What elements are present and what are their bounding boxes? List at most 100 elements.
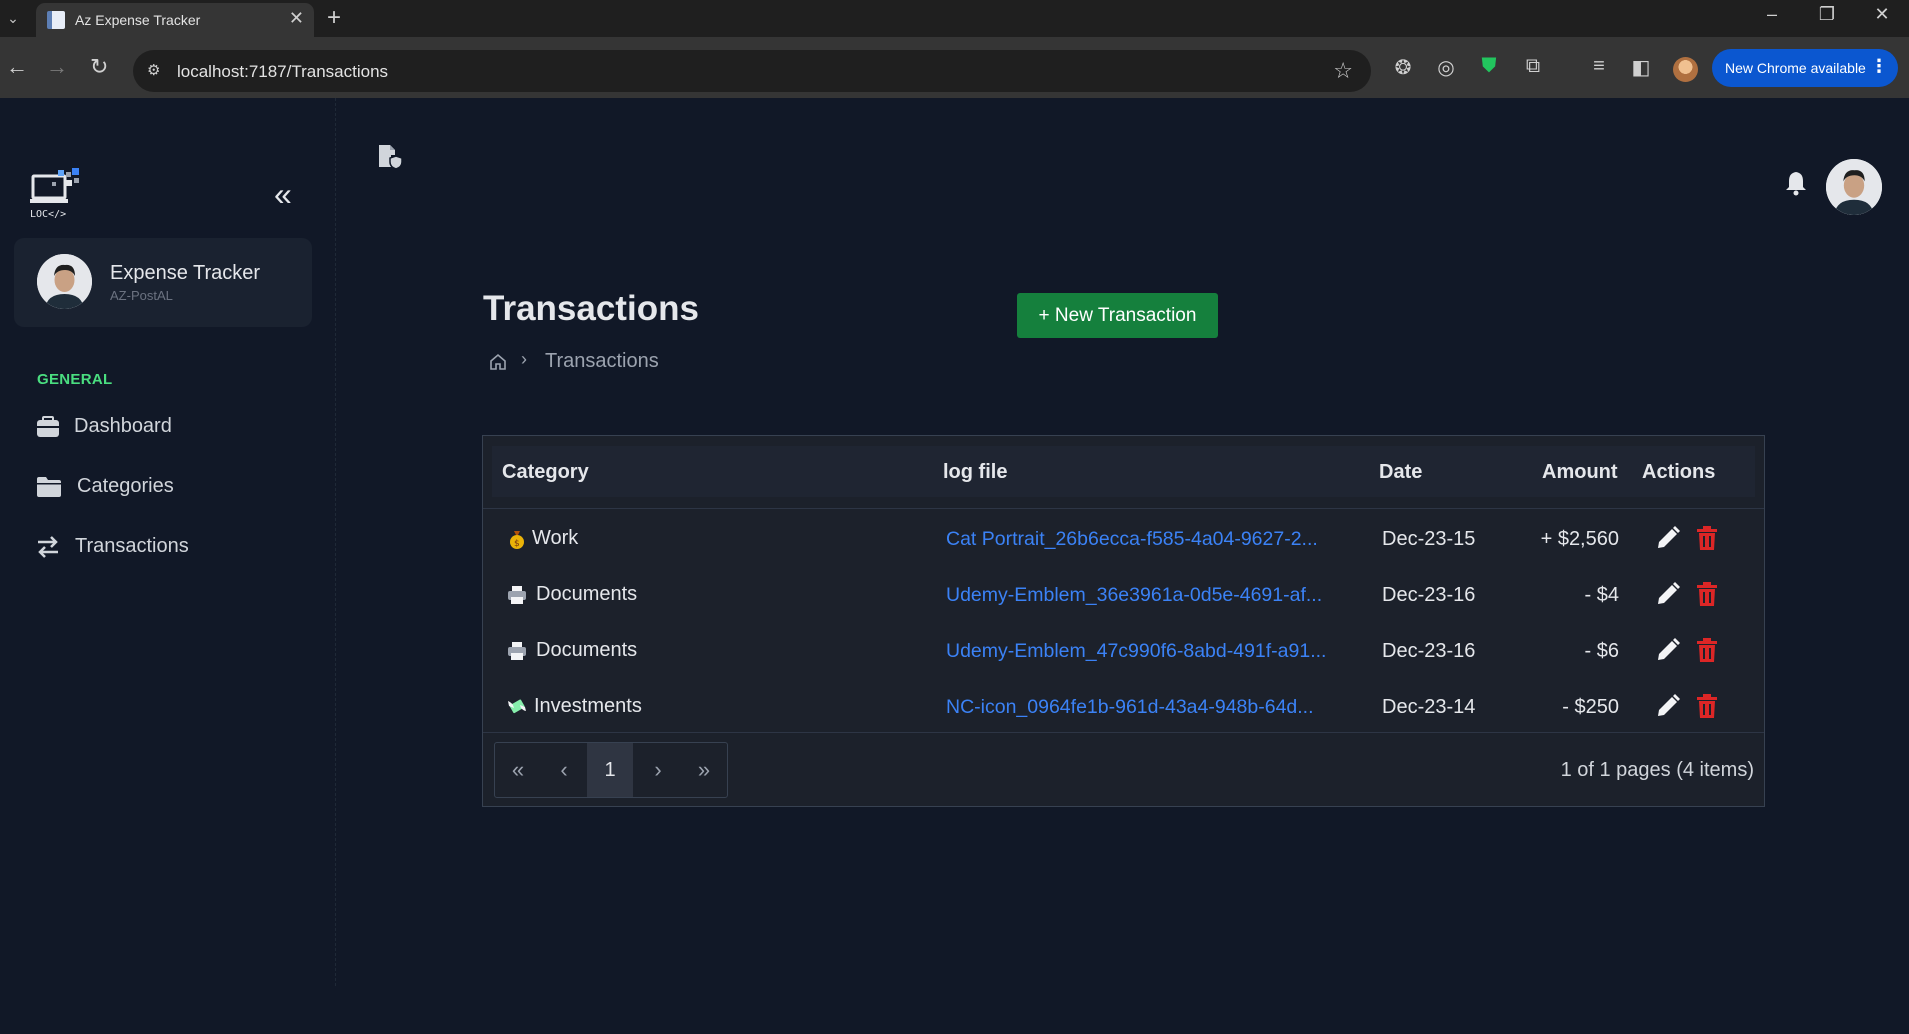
column-header-date[interactable]: Date <box>1379 461 1422 484</box>
log-file-link[interactable]: Cat Portrait_26b6ecca-f585-4a04-9627-2..… <box>946 528 1351 551</box>
dashboard-icon <box>37 416 59 437</box>
app-root: LOC</> « Expense Tracker AZ-PostAL GENER… <box>0 98 1909 1034</box>
printer-icon <box>508 586 526 604</box>
tab-search-icon[interactable]: ⌄ <box>2 6 24 30</box>
breadcrumb-current: Transactions <box>545 350 659 372</box>
table-row: $ Work Cat Portrait_26b6ecca-f585-4a04-9… <box>483 511 1764 567</box>
back-icon[interactable]: ← <box>6 54 28 80</box>
svg-text:$: $ <box>514 539 520 549</box>
category-cell: Documents <box>536 583 638 605</box>
favicon-icon <box>47 11 65 29</box>
column-header-log-file[interactable]: log file <box>943 461 1007 484</box>
browser-tab-bar: ⌄ Az Expense Tracker ✕ + – ❐ ✕ <box>0 0 1909 37</box>
sidebar-item-transactions[interactable]: Transactions <box>36 527 306 567</box>
bell-icon[interactable] <box>1784 170 1808 196</box>
side-panel-icon[interactable]: ◧ <box>1628 55 1654 80</box>
delete-trash-icon[interactable] <box>1697 694 1717 718</box>
column-header-category[interactable]: Category <box>502 461 589 484</box>
sidebar-item-categories[interactable]: Categories <box>36 467 306 507</box>
home-icon[interactable] <box>489 353 507 371</box>
sidebar: LOC</> « Expense Tracker AZ-PostAL GENER… <box>0 98 336 986</box>
address-bar[interactable]: ⚙ localhost:7187/Transactions ☆ <box>133 50 1371 92</box>
log-file-link[interactable]: Udemy-Emblem_47c990f6-8abd-491f-a91... <box>946 640 1351 663</box>
minimize-icon[interactable]: – <box>1752 4 1792 25</box>
browser-tab[interactable]: Az Expense Tracker ✕ <box>36 3 314 37</box>
header-divider <box>483 508 1764 509</box>
app-logo-icon: LOC</> <box>30 168 79 220</box>
restore-icon[interactable]: ❐ <box>1807 4 1847 25</box>
pager: « ‹ 1 › » <box>494 742 728 798</box>
more-menu-icon[interactable]: ⋮ <box>1870 56 1888 77</box>
transactions-grid: Category log file Date Amount Actions $ … <box>482 435 1765 807</box>
chevron-right-icon: › <box>521 349 527 369</box>
tab-close-icon[interactable]: ✕ <box>289 8 304 29</box>
date-cell: Dec-23-15 <box>1382 528 1476 550</box>
chrome-update-label: New Chrome available <box>1725 60 1866 76</box>
bookmark-star-icon[interactable]: ☆ <box>1333 58 1353 84</box>
edit-pencil-icon[interactable] <box>1655 637 1681 663</box>
table-row: Documents Udemy-Emblem_36e3961a-0d5e-469… <box>483 567 1764 623</box>
extensions-puzzle-icon[interactable]: ⧉ <box>1520 55 1546 78</box>
reload-icon[interactable]: ↻ <box>90 54 108 80</box>
amount-cell: - $6 <box>1584 640 1619 662</box>
amount-cell: + $2,560 <box>1540 528 1619 550</box>
user-card[interactable]: Expense Tracker AZ-PostAL <box>14 238 312 327</box>
collapse-sidebar-icon[interactable]: « <box>274 176 292 213</box>
delete-trash-icon[interactable] <box>1697 582 1717 606</box>
date-cell: Dec-23-14 <box>1382 696 1476 718</box>
next-page-icon[interactable]: › <box>635 743 681 797</box>
extension-gear-icon[interactable]: ❂ <box>1390 55 1416 80</box>
avatar <box>37 254 92 309</box>
page-number-button[interactable]: 1 <box>587 743 633 797</box>
prev-page-icon[interactable]: ‹ <box>541 743 587 797</box>
delete-trash-icon[interactable] <box>1697 638 1717 662</box>
last-page-icon[interactable]: » <box>681 743 727 797</box>
avatar[interactable] <box>1826 159 1882 215</box>
site-info-icon[interactable]: ⚙ <box>147 61 167 81</box>
new-transaction-button[interactable]: + New Transaction <box>1017 293 1218 338</box>
edit-pencil-icon[interactable] <box>1655 525 1681 551</box>
media-control-icon[interactable]: ≡ <box>1586 55 1612 78</box>
grid-header: Category log file Date Amount Actions <box>492 446 1755 497</box>
date-cell: Dec-23-16 <box>1382 584 1476 606</box>
edit-pencil-icon[interactable] <box>1655 693 1681 719</box>
browser-toolbar: ← → ↻ ⚙ localhost:7187/Transactions ☆ ❂ … <box>0 37 1909 98</box>
first-page-icon[interactable]: « <box>495 743 541 797</box>
amount-cell: - $4 <box>1584 584 1619 606</box>
extension-shield-icon[interactable]: ⛊ <box>1476 55 1502 78</box>
date-cell: Dec-23-16 <box>1382 640 1476 662</box>
folder-icon <box>37 477 61 497</box>
sidebar-item-dashboard[interactable]: Dashboard <box>36 407 306 447</box>
amount-cell: - $250 <box>1562 696 1619 718</box>
column-header-actions: Actions <box>1642 461 1716 483</box>
user-name: Expense Tracker <box>110 262 261 284</box>
pager-info: 1 of 1 pages (4 items) <box>1560 759 1754 781</box>
table-row: Investments NC-icon_0964fe1b-961d-43a4-9… <box>483 679 1764 735</box>
printer-icon <box>508 642 526 660</box>
category-cell: Work <box>532 527 579 549</box>
sidebar-item-label: Dashboard <box>74 415 172 437</box>
window-close-icon[interactable]: ✕ <box>1862 4 1902 25</box>
profile-avatar[interactable] <box>1673 57 1698 82</box>
edit-pencil-icon[interactable] <box>1655 581 1681 607</box>
money-wings-icon <box>508 699 526 714</box>
transfer-icon <box>38 536 58 558</box>
log-file-link[interactable]: Udemy-Emblem_36e3961a-0d5e-4691-af... <box>946 584 1351 607</box>
url-text[interactable]: localhost:7187/Transactions <box>177 62 388 82</box>
extension-target-icon[interactable]: ◎ <box>1433 55 1459 80</box>
page-title: Transactions <box>483 289 699 328</box>
sidebar-item-label: Transactions <box>75 535 189 557</box>
footer-divider <box>483 732 1764 733</box>
file-shield-icon[interactable] <box>376 143 404 171</box>
sidebar-item-label: Categories <box>77 475 174 497</box>
delete-trash-icon[interactable] <box>1697 526 1717 550</box>
new-tab-icon[interactable]: + <box>327 4 341 32</box>
log-file-link[interactable]: NC-icon_0964fe1b-961d-43a4-948b-64d... <box>946 696 1351 719</box>
category-cell: Documents <box>536 639 638 661</box>
column-header-amount[interactable]: Amount <box>1542 461 1618 484</box>
section-label-general: GENERAL <box>37 371 113 388</box>
forward-icon[interactable]: → <box>46 54 68 80</box>
chrome-update-button[interactable]: New Chrome available ⋮ <box>1712 49 1898 87</box>
logo-text: LOC</> <box>30 209 66 220</box>
category-cell: Investments <box>534 695 642 717</box>
